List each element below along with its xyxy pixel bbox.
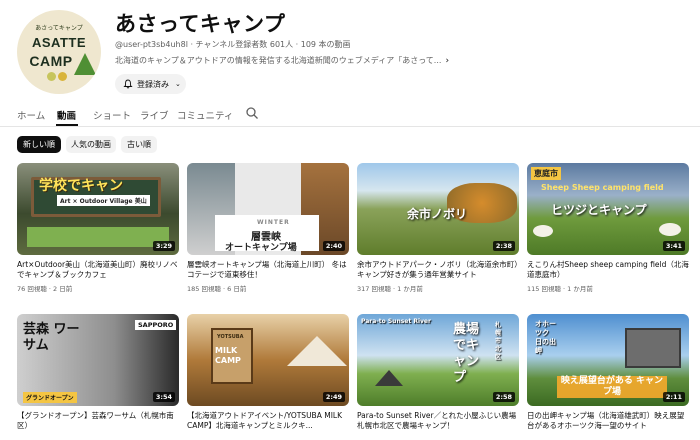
thumbnail-subtitle: オートキャンプ場 xyxy=(225,243,297,253)
thumbnail-subtitle: Sheep Sheep camping field xyxy=(541,183,664,192)
thumbnail-title: 芸森 ワーサム xyxy=(23,322,80,353)
thumbnail-place: Para-to Sunset River xyxy=(361,318,431,325)
video-duration: 3:54 xyxy=(152,392,175,402)
video-thumbnail[interactable]: YOTSUBA MILK CAMP 2:49 xyxy=(187,314,349,406)
channel-meta: @user-pt3sb4uh8l · チャンネル登録者数 601人 · 109 … xyxy=(115,40,351,49)
video-title[interactable]: 余市アウトドアパーク・ノボリ（北海道余市町）キャンプ好きが集う通年営業サイト xyxy=(357,260,519,280)
thumbnail-title: 映え展望台がある キャンプ場 xyxy=(557,376,667,398)
video-thumbnail[interactable]: 恵庭市 Sheep Sheep camping field ヒツジとキャンプ 3… xyxy=(527,163,689,255)
thumbnail-place: オホーツク 日の出岬 xyxy=(535,320,556,355)
video-stats: 115 回視聴 · 1 か月前 xyxy=(527,285,593,293)
channel-header: あさってキャンプ ASATTE CAMP あさってキャンプ @user-pt3s… xyxy=(0,0,700,100)
avatar-brand-line1: ASATTE xyxy=(31,35,87,50)
video-title[interactable]: 層雲峡オートキャンプ場（北海道上川町） 冬はコテージで道東移住！ xyxy=(187,260,349,280)
thumbnail-season: WINTER xyxy=(257,219,290,226)
filter-oldest[interactable]: 古い順 xyxy=(121,136,157,153)
thumbnail-title: ヒツジとキャンプ xyxy=(551,203,647,217)
video-thumbnail[interactable]: Para-to Sunset River 農場でキャンプ 札幌市北区 2:58 xyxy=(357,314,519,406)
chevron-right-icon: › xyxy=(445,55,450,66)
video-duration: 2:58 xyxy=(492,392,515,402)
video-duration: 2:49 xyxy=(322,392,345,402)
bell-icon xyxy=(123,79,133,89)
video-title[interactable]: えこりん村Sheep sheep camping field（北海道恵庭市） xyxy=(527,260,689,280)
thumbnail-title: 農場でキャンプ xyxy=(453,322,480,385)
video-title[interactable]: Art×Outdoor美山（北海道美山町）廃校リノベでキャンプ＆ブックカフェ xyxy=(17,260,179,280)
video-duration: 3:29 xyxy=(152,241,175,251)
video-duration: 2:40 xyxy=(322,241,345,251)
video-thumbnail[interactable]: 芸森 ワーサム SAPPORO グランドオープン 3:54 xyxy=(17,314,179,406)
video-title[interactable]: 【北海道アウトドアイベント/YOTSUBA MILK CAMP】北海道キャンプと… xyxy=(187,411,349,431)
channel-tabs: ホーム 動画 ショート ライブ コミュニティ xyxy=(0,101,700,127)
channel-avatar[interactable]: あさってキャンプ ASATTE CAMP xyxy=(17,10,101,94)
thumbnail-brand: YOTSUBA xyxy=(217,334,244,340)
search-icon[interactable] xyxy=(245,106,259,120)
tab-community[interactable]: コミュニティ xyxy=(177,108,233,122)
tab-home[interactable]: ホーム xyxy=(17,108,45,122)
subscribe-button[interactable]: 登録済み ⌄ xyxy=(115,74,186,94)
subscribe-label: 登録済み xyxy=(137,79,169,89)
video-title[interactable]: 【グランドオープン】芸森ワーサム（札幌市南区） xyxy=(17,411,179,431)
video-thumbnail[interactable]: 余市ノボリ 2:38 xyxy=(357,163,519,255)
channel-description-text: 北海道のキャンプ＆アウトドアの情報を発信する北海道新聞のウェブメディア「あさって… xyxy=(115,56,442,65)
video-duration: 3:41 xyxy=(662,241,685,251)
avatar-tagline: あさってキャンプ xyxy=(35,25,83,32)
channel-description[interactable]: 北海道のキャンプ＆アウトドアの情報を発信する北海道新聞のウェブメディア「あさって… xyxy=(115,55,449,66)
thumbnail-subtitle: 札幌市北区 xyxy=(495,322,502,361)
tab-shorts[interactable]: ショート xyxy=(93,108,131,122)
thumbnail-location: 恵庭市 xyxy=(531,167,561,180)
thumbnail-city: SAPPORO xyxy=(135,320,177,330)
video-thumbnail[interactable]: WINTER 層雲峡 オートキャンプ場 2:40 xyxy=(187,163,349,255)
logo-dots-icon xyxy=(47,72,87,84)
video-stats: 76 回視聴 · 2 日前 xyxy=(17,285,73,293)
active-tab-indicator xyxy=(56,124,78,126)
chevron-down-icon: ⌄ xyxy=(175,80,181,88)
thumbnail-subtitle: Art × Outdoor Village 美山 xyxy=(57,195,150,206)
channel-name: あさってキャンプ xyxy=(115,12,286,36)
filter-popular[interactable]: 人気の動画 xyxy=(66,136,116,153)
thumbnail-title: 学校でキャン xyxy=(39,178,123,194)
tab-videos[interactable]: 動画 xyxy=(57,108,76,122)
tab-live[interactable]: ライブ xyxy=(140,108,169,122)
video-stats: 317 回視聴 · 1 か月前 xyxy=(357,285,423,293)
video-title[interactable]: 日の出岬キャンプ場（北海道雄武町）映え展望台があるオホーツク海一望のサイト xyxy=(527,411,689,431)
video-title[interactable]: Para-to Sunset River／とれた小屋ふじい農場 札幌市北区で農場… xyxy=(357,411,519,431)
video-thumbnail[interactable]: 学校でキャン Art × Outdoor Village 美山 3:29 xyxy=(17,163,179,255)
thumbnail-title: MILK CAMP xyxy=(215,346,241,365)
video-duration: 2:38 xyxy=(492,241,515,251)
filter-newest[interactable]: 新しい順 xyxy=(17,136,61,153)
video-stats: 185 回視聴 · 6 日前 xyxy=(187,285,247,293)
video-duration: 2:11 xyxy=(662,392,685,402)
thumbnail-title: 余市ノボリ xyxy=(407,207,468,221)
thumbnail-badge: グランドオープン xyxy=(23,392,77,403)
video-thumbnail[interactable]: オホーツク 日の出岬 映え展望台がある キャンプ場 2:11 xyxy=(527,314,689,406)
